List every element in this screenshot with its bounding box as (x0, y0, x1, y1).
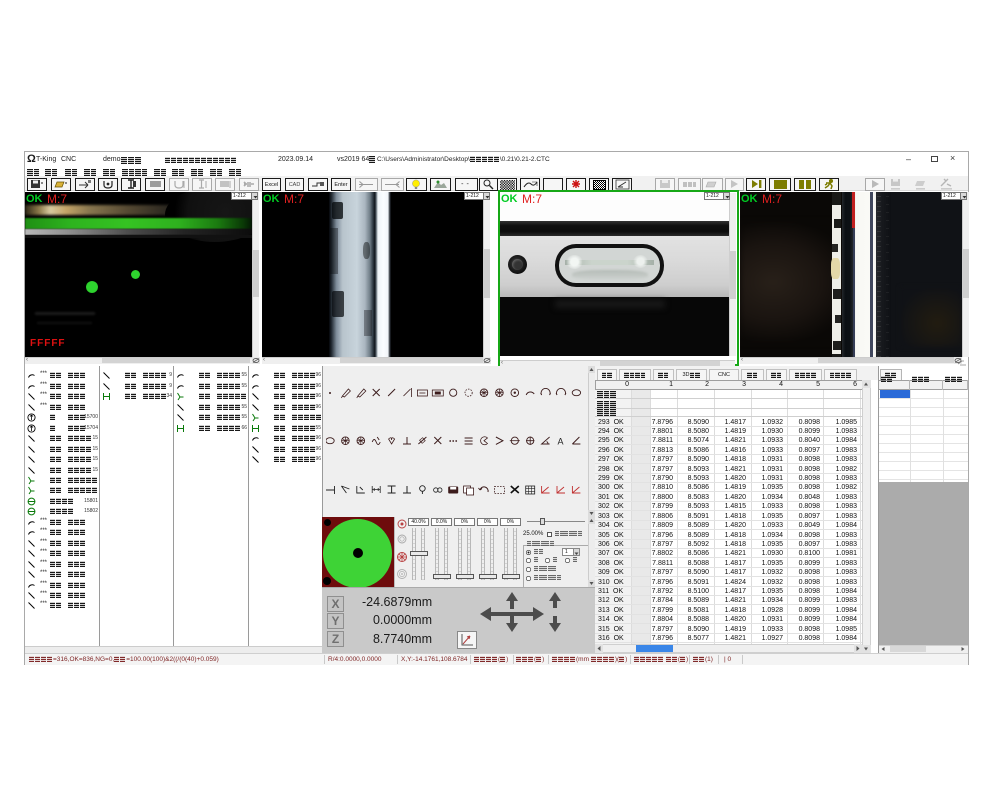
svg-text:A: A (558, 437, 564, 447)
